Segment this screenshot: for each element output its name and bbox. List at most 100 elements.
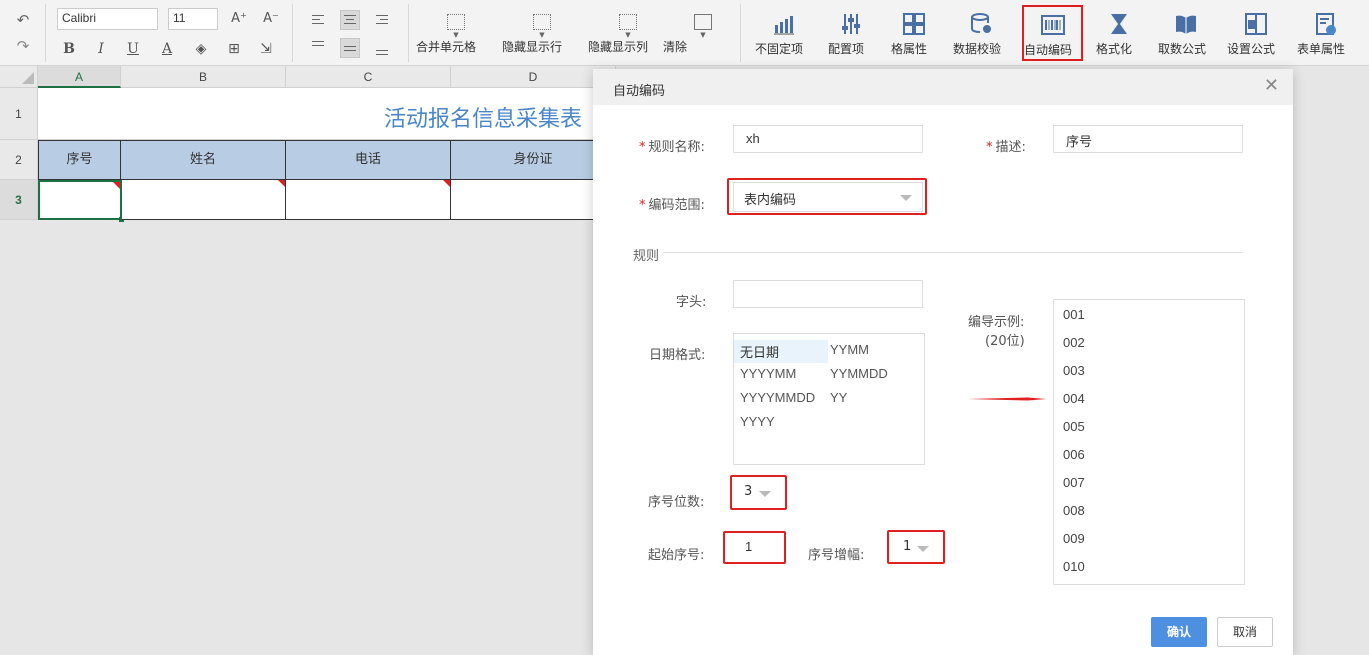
example-item: 007 <box>1063 475 1085 490</box>
hourglass-icon <box>1111 14 1127 34</box>
auto-code-button[interactable]: 自动编码 <box>1022 5 1083 61</box>
format-button[interactable]: 格式化 <box>1096 6 1142 62</box>
column-header-c[interactable]: C <box>286 66 451 88</box>
cell-d3[interactable] <box>451 180 616 220</box>
header-cell-id[interactable]: 身份证 <box>451 140 616 180</box>
menu-label: 清除 <box>663 40 688 54</box>
date-format-option[interactable]: YYYYMMDD <box>734 388 821 407</box>
font-size-select[interactable]: 11 <box>168 8 218 30</box>
header-cell-phone[interactable]: 电话 <box>286 140 451 180</box>
tool-label: 不固定项 <box>755 42 804 56</box>
clear-button[interactable]: 清除 ▼ <box>663 10 743 60</box>
toolbar-divider <box>408 4 409 62</box>
cancel-button[interactable]: 取消 <box>1217 617 1273 647</box>
row-header-2[interactable]: 2 <box>0 140 38 180</box>
tool-label: 配置项 <box>828 42 865 56</box>
step-label: 序号增幅: <box>808 548 865 563</box>
date-format-option[interactable]: YYYY <box>734 412 781 431</box>
comment-marker <box>278 180 285 187</box>
column-header-d[interactable]: D <box>451 66 616 88</box>
required-mark: * <box>639 140 646 155</box>
grid-icon <box>903 13 925 35</box>
config-items-button[interactable]: 配置项 <box>828 6 874 62</box>
example-label: 编导示例: <box>968 315 1025 330</box>
example-item: 006 <box>1063 447 1085 462</box>
increase-font-icon[interactable]: A⁺ <box>229 9 249 29</box>
auto-code-dialog: 自动编码 ✕ * 规则名称: xh * 描述: 序号 * 编码范围: 表内编码 规则 … <box>593 69 1293 655</box>
eraser-icon <box>694 14 712 30</box>
font-color-icon[interactable]: A <box>157 39 177 59</box>
underline-icon[interactable]: U <box>123 39 143 59</box>
database-search-icon <box>971 13 991 33</box>
close-icon[interactable]: ✕ <box>1264 77 1279 95</box>
tool-label: 设置公式 <box>1227 42 1276 56</box>
variable-items-button[interactable]: 不固定项 <box>755 6 813 62</box>
book-icon <box>1176 15 1196 34</box>
example-item: 010 <box>1063 559 1085 574</box>
rule-name-label: * 规则名称: <box>639 140 705 155</box>
hide-show-rows-button[interactable]: 隐藏显示行 ▼ <box>502 10 582 60</box>
date-format-option[interactable]: YYMMDD <box>824 364 894 383</box>
example-item: 001 <box>1063 307 1085 322</box>
cell-c3[interactable] <box>286 180 451 220</box>
sheet-title: 活动报名信息采集表 <box>384 107 583 132</box>
column-header-a[interactable]: A <box>38 66 121 88</box>
start-seq-label: 起始序号: <box>648 548 705 563</box>
header-cell-name[interactable]: 姓名 <box>121 140 286 180</box>
highlight-box <box>730 475 787 510</box>
comment-marker <box>113 182 120 189</box>
example-item: 003 <box>1063 363 1085 378</box>
header-cell-seq[interactable]: 序号 <box>38 140 121 180</box>
border-icon[interactable]: ⊞ <box>224 39 244 59</box>
barcode-icon <box>1040 15 1065 35</box>
tool-label: 格属性 <box>891 42 928 56</box>
confirm-button[interactable]: 确认 <box>1151 617 1207 647</box>
fetch-formula-button[interactable]: 取数公式 <box>1158 6 1214 62</box>
align-left-icon[interactable] <box>309 10 329 30</box>
example-item: 002 <box>1063 335 1085 350</box>
date-format-option[interactable]: YYMM <box>824 340 875 359</box>
rule-name-input[interactable]: xh <box>733 125 923 153</box>
align-bottom-icon[interactable] <box>373 40 393 60</box>
date-format-option[interactable]: 无日期 <box>734 340 828 363</box>
fill-color-icon[interactable]: ◈ <box>191 39 211 59</box>
decrease-font-icon[interactable]: A⁻ <box>261 9 281 29</box>
column-header-b[interactable]: B <box>121 66 286 88</box>
dialog-title: 自动编码 <box>613 84 666 99</box>
seq-digits-label: 序号位数: <box>648 495 705 510</box>
redo-icon[interactable]: ↷ <box>14 38 32 54</box>
hide-columns-icon <box>619 14 637 30</box>
bold-icon[interactable]: B <box>59 39 79 59</box>
cell-properties-button[interactable]: 格属性 <box>891 6 937 62</box>
align-center-icon[interactable] <box>340 10 360 30</box>
font-family-select[interactable]: Calibri <box>57 8 158 30</box>
cell-b3[interactable] <box>122 180 286 220</box>
date-format-option[interactable]: YY <box>824 388 853 407</box>
form-properties-button[interactable]: 表单属性 <box>1297 6 1355 62</box>
wrap-text-icon[interactable]: ⇲ <box>256 39 276 59</box>
title-cell[interactable]: 活动报名信息采集表 <box>38 88 598 140</box>
required-mark: * <box>986 140 993 155</box>
row-header-1[interactable]: 1 <box>0 88 38 140</box>
scope-label: * 编码范围: <box>639 198 705 213</box>
date-format-option[interactable]: YYYYMM <box>734 364 802 383</box>
data-validation-button[interactable]: 数据校验 <box>953 6 1011 62</box>
italic-icon[interactable]: I <box>91 39 111 59</box>
align-top-icon[interactable] <box>309 37 329 57</box>
hide-rows-icon <box>533 14 551 30</box>
arrow-right-icon <box>968 397 1046 401</box>
description-input[interactable]: 序号 <box>1053 125 1243 153</box>
select-all-corner[interactable] <box>0 66 38 88</box>
cell-a3[interactable] <box>38 180 124 222</box>
row-header-3[interactable]: 3 <box>0 180 38 220</box>
align-right-icon[interactable] <box>373 10 393 30</box>
merge-cells-button[interactable]: 合并单元格 ▼ <box>416 10 496 60</box>
set-formula-button[interactable]: 设置公式 <box>1227 6 1285 62</box>
toolbar-divider <box>740 4 741 62</box>
undo-icon[interactable]: ↶ <box>14 12 32 28</box>
tool-label: 自动编码 <box>1024 43 1073 57</box>
example-sublabel: (20位) <box>985 334 1025 349</box>
prefix-input[interactable] <box>733 280 923 308</box>
align-middle-icon[interactable] <box>340 38 360 58</box>
hide-show-columns-button[interactable]: 隐藏显示列 ▼ <box>588 10 668 60</box>
